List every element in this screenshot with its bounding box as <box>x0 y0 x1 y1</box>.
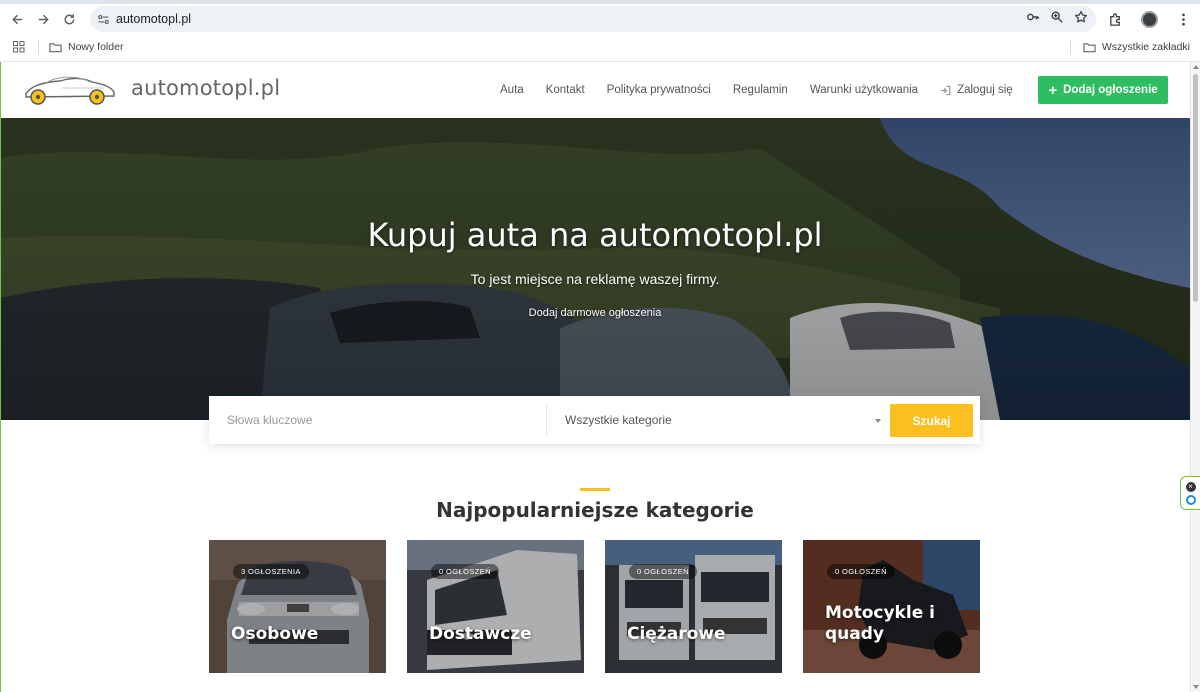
plus-icon: + <box>1048 81 1058 99</box>
category-name: Motocykle i quady <box>825 603 935 644</box>
main-nav: Auta Kontakt Polityka prywatności Regula… <box>500 62 1035 118</box>
car-photo-image <box>209 540 386 673</box>
bookmark-star-icon[interactable] <box>1074 10 1088 29</box>
nav-item-regulamin[interactable]: Regulamin <box>733 84 788 96</box>
brand-name[interactable]: automotopl.pl <box>131 76 280 100</box>
menu-kebab-icon[interactable] <box>1166 4 1200 34</box>
listing-count-badge: 0 OGŁOSZEŃ <box>431 564 499 579</box>
category-card-dostawcze[interactable]: 0 OGŁOSZEŃ Dostawcze <box>407 540 584 673</box>
sign-in-icon <box>940 85 951 95</box>
login-link[interactable]: Zaloguj się <box>940 84 1013 96</box>
hero-title: Kupuj auta na automotopl.pl <box>367 216 823 254</box>
bookmark-folder-label: Nowy folder <box>68 41 124 53</box>
listing-count-badge: 0 OGŁOSZEŃ <box>827 564 895 579</box>
site-header: automotopl.pl Auta Kontakt Polityka pryw… <box>0 62 1190 118</box>
all-bookmarks-label: Wszystkie zakładki <box>1101 41 1190 53</box>
site-info-icon[interactable] <box>90 13 116 26</box>
close-icon[interactable]: × <box>1185 481 1196 492</box>
scroll-up-icon[interactable] <box>1193 65 1199 69</box>
add-listing-button[interactable]: + Dodaj ogłoszenie <box>1038 76 1168 104</box>
scrollbar-thumb[interactable] <box>1193 74 1198 302</box>
browser-toolbar: automotopl.pl <box>0 4 1200 34</box>
category-name: Dostawcze <box>429 624 532 644</box>
password-key-icon[interactable] <box>1026 10 1040 29</box>
page-scrollbar[interactable] <box>1190 62 1200 692</box>
all-bookmarks[interactable]: Wszystkie zakładki <box>1083 41 1190 53</box>
folder-icon <box>49 42 62 52</box>
search-bar: Wszystkie kategorie Szukaj <box>209 396 980 444</box>
scroll-down-icon[interactable] <box>1193 685 1199 689</box>
hero-banner: Kupuj auta na automotopl.pl To jest miej… <box>0 118 1190 420</box>
keywords-input[interactable] <box>209 396 546 444</box>
car-logo-icon[interactable] <box>22 72 117 106</box>
widget-open-icon[interactable] <box>1185 494 1196 505</box>
category-select[interactable]: Wszystkie kategorie <box>547 396 887 444</box>
category-select-value: Wszystkie kategorie <box>565 413 672 427</box>
profile-avatar-icon[interactable] <box>1132 4 1166 34</box>
caret-down-icon <box>875 419 881 423</box>
category-name: Osobowe <box>231 624 319 644</box>
category-cards: 3 OGŁOSZENIA Osobowe 0 OGŁOSZEŃ Dostawcz… <box>209 540 981 673</box>
page-frame-border <box>0 62 1 692</box>
section-accent-line <box>580 488 610 491</box>
nav-item-auta[interactable]: Auta <box>500 84 524 96</box>
nav-item-polityka[interactable]: Polityka prywatności <box>607 84 711 96</box>
url-text[interactable]: automotopl.pl <box>116 12 191 26</box>
back-icon[interactable] <box>4 6 30 32</box>
popular-categories-title: Najpopularniejsze kategorie <box>436 498 754 522</box>
nav-item-kontakt[interactable]: Kontakt <box>546 84 585 96</box>
search-button[interactable]: Szukaj <box>890 404 973 437</box>
reload-icon[interactable] <box>56 6 82 32</box>
login-label: Zaloguj się <box>957 84 1013 96</box>
listing-count-badge: 0 OGŁOSZEŃ <box>629 564 697 579</box>
bookmarks-bar: Nowy folder Wszystkie zakładki <box>0 34 1200 60</box>
listing-count-badge: 3 OGŁOSZENIA <box>233 564 309 579</box>
van-photo-image <box>407 540 584 673</box>
nav-item-warunki[interactable]: Warunki użytkowania <box>810 84 918 96</box>
address-bar[interactable]: automotopl.pl <box>90 6 1096 32</box>
bookmark-folder[interactable]: Nowy folder <box>49 41 123 53</box>
hero-background-image <box>0 118 1190 420</box>
hero-subtitle: To jest miejsce na reklamę waszej firmy. <box>470 271 720 287</box>
category-card-ciezarowe[interactable]: 0 OGŁOSZEŃ Ciężarowe <box>605 540 782 673</box>
forward-icon[interactable] <box>30 6 56 32</box>
zoom-icon[interactable] <box>1050 10 1064 29</box>
folder-icon <box>1083 42 1096 52</box>
truck-photo-image <box>605 540 782 673</box>
floating-side-widget[interactable]: × <box>1180 476 1200 510</box>
category-name: Ciężarowe <box>627 624 726 644</box>
category-card-motocykle[interactable]: 0 OGŁOSZEŃ Motocykle i quady <box>803 540 980 673</box>
bookmarks-divider <box>38 40 39 54</box>
add-listing-label: Dodaj ogłoszenie <box>1063 84 1158 96</box>
hero-add-free-link[interactable]: Dodaj darmowe ogłoszenia <box>0 307 1190 319</box>
page-viewport: automotopl.pl Auta Kontakt Polityka pryw… <box>0 62 1190 692</box>
extensions-icon[interactable] <box>1098 4 1132 34</box>
apps-grid-icon[interactable] <box>0 41 38 53</box>
category-card-osobowe[interactable]: 3 OGŁOSZENIA Osobowe <box>209 540 386 673</box>
